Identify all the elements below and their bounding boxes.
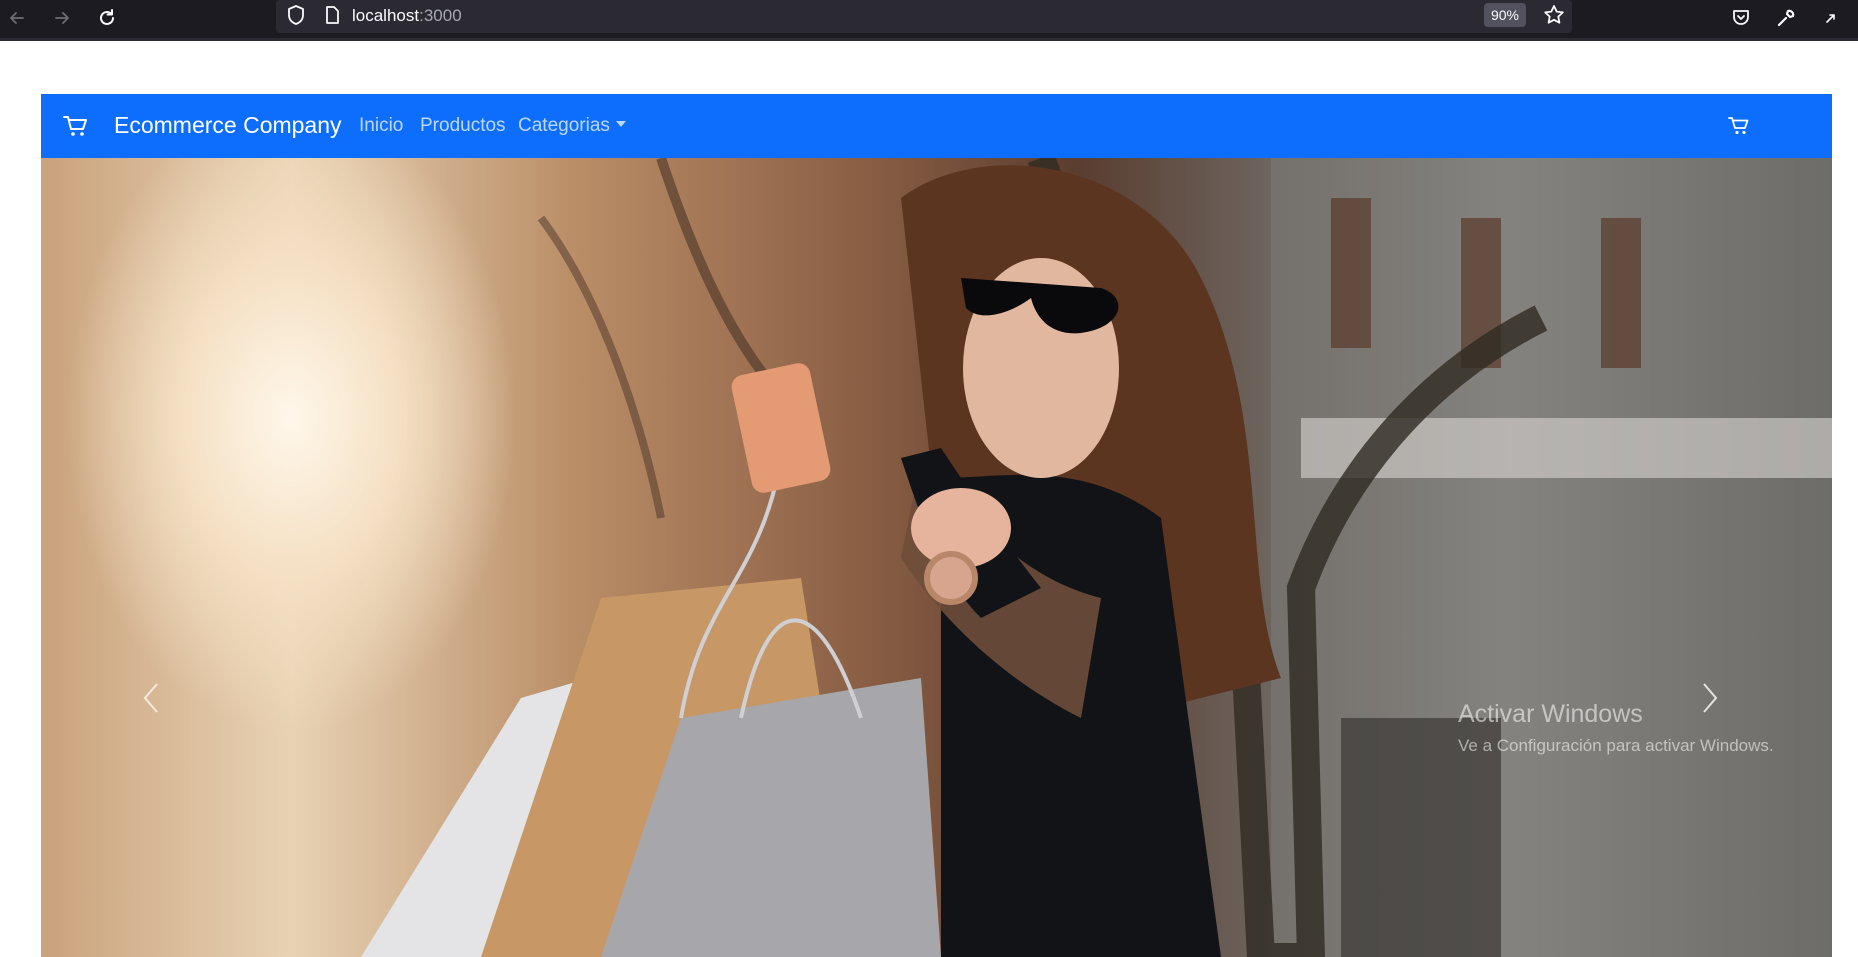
brand-link[interactable]: Ecommerce Company <box>114 110 342 140</box>
chevron-right-icon <box>1703 683 1718 713</box>
windows-activation-subtitle: Ve a Configuración para activar Windows. <box>1458 736 1774 755</box>
reload-icon[interactable] <box>93 4 121 32</box>
brand-cart-icon[interactable] <box>63 114 89 138</box>
shield-icon[interactable] <box>282 1 310 29</box>
windows-activation-title: Activar Windows <box>1458 700 1643 728</box>
chevron-left-icon <box>143 683 158 713</box>
forward-arrow-icon[interactable] <box>48 4 76 32</box>
pocket-icon[interactable] <box>1727 4 1755 32</box>
browser-toolbar: localhost:3000 90% <box>0 0 1858 38</box>
categorias-label: Categorias <box>518 115 610 136</box>
toolbar-divider <box>0 38 1858 41</box>
carousel-next-button[interactable] <box>1690 663 1730 733</box>
main-navbar: Ecommerce Company Inicio Productos Categ… <box>41 94 1832 158</box>
nav-link-inicio[interactable]: Inicio <box>359 113 403 139</box>
wrench-icon[interactable] <box>1772 4 1800 32</box>
nav-dropdown-categorias[interactable]: Categorias <box>518 113 626 139</box>
star-icon[interactable] <box>1540 1 1568 29</box>
carousel-prev-button[interactable] <box>131 663 171 733</box>
extension-icon[interactable] <box>1817 4 1845 32</box>
address-bar[interactable] <box>276 0 1572 33</box>
woman-with-shopping-bags-photo <box>361 158 1832 957</box>
back-arrow-icon[interactable] <box>3 4 31 32</box>
caret-down-icon <box>615 121 626 127</box>
nav-link-productos[interactable]: Productos <box>420 113 506 139</box>
zoom-level-badge[interactable]: 90% <box>1484 3 1526 27</box>
hero-carousel <box>41 158 1832 957</box>
page-icon <box>318 1 346 29</box>
cart-icon[interactable] <box>1728 116 1750 136</box>
url-text: localhost:3000 <box>352 6 462 25</box>
